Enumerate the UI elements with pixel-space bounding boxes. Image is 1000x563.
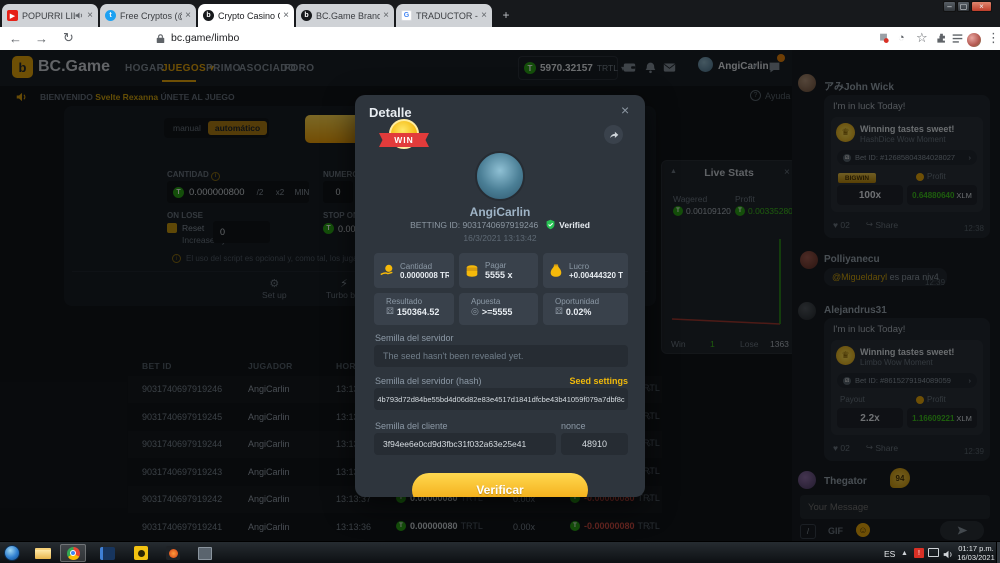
tray-volume-icon[interactable] [943,547,954,563]
reading-list-icon[interactable] [952,29,963,47]
new-tab-button[interactable]: + [498,7,514,23]
stat-card-apuesta: Apuesta ◎>=5555 [459,293,538,325]
betting-id: BETTING ID: 9031740697919246 [410,220,538,230]
bcgame-favicon-icon: b [203,10,214,21]
tab-close-icon[interactable]: × [283,10,289,21]
taskbar-payer-icon[interactable] [128,544,154,562]
bookmark-star-icon[interactable]: ☆ [916,29,928,47]
tab-google[interactable]: G TRADUCTOR - Buscar con Goog × [396,4,492,27]
server-seed-hash-field[interactable]: 4b793d72d84be55bd4d06d82e83e4517d1841dfc… [374,388,628,410]
player-name: AngiCarlin [355,205,645,219]
verified-shield-icon [545,219,556,230]
url-text[interactable]: bc.game/limbo [171,29,239,47]
google-favicon-icon: G [401,10,412,21]
bcgame-favicon-icon: b [301,10,312,21]
tray-alert-icon[interactable]: ! [914,548,924,558]
bet-datetime: 16/3/2021 13:13:42 [355,233,645,243]
back-icon[interactable]: ← [9,29,22,47]
browser-toolbar: ← → ↻ bc.game/limbo ◔ ☆ ⋮ [0,27,1000,50]
verify-button[interactable]: Verificar [412,473,588,497]
window-maximize-button[interactable]: ▢ [957,1,970,12]
taskbar-document-icon[interactable] [192,544,218,562]
share-forward-icon [608,129,619,140]
taskbar-mediaplayer-icon[interactable] [160,544,186,562]
betting-id-row: BETTING ID: 9031740697919246 Verified [355,219,645,230]
server-seed-field[interactable]: The seed hasn't been revealed yet. [374,345,628,367]
bet-detail-modal: Detalle × WIN AngiCarlin BETTING ID: 903… [355,95,645,497]
coins-stack-icon [464,263,480,279]
target-icon: ◎ [471,306,479,317]
server-seed-label: Semilla del servidor [375,333,454,343]
tray-time: 01:17 p.m. [957,544,995,553]
nonce-field[interactable]: 48910 [561,433,628,455]
start-button[interactable] [4,545,20,561]
stat-card-cantidad: Cantidad 0.0000008 TRTL [374,253,454,288]
tab-audio-icon[interactable] [75,11,84,20]
win-medal-badge: WIN [376,119,432,157]
tab-close-icon[interactable]: × [481,10,487,21]
bcgame-page: b BC.Game HOGAR JUEGOS ▾ PRIMO ASOCIADO … [0,50,1000,541]
show-desktop-button[interactable] [996,542,1000,563]
coin-hand-icon [379,263,395,279]
extension-flag-icon[interactable] [878,29,889,47]
dice-icon: ⚄ [555,306,563,317]
lock-icon[interactable] [156,29,165,47]
window-close-button[interactable]: × [971,1,992,12]
tray-network-icon[interactable] [928,548,939,557]
win-ribbon-text: WIN [379,133,429,147]
taskbar-moviemaker-icon[interactable] [94,544,120,562]
tab-title: POPURRI LILLY GOODMAN [22,11,75,21]
stat-card-oportunidad: Oportunidad ⚄0.02% [543,293,628,325]
money-bag-icon [548,263,564,279]
stat-card-pagar: Pagar 5555 x [459,253,538,288]
share-button[interactable] [604,125,623,144]
forward-icon[interactable]: → [35,29,48,47]
windows-taskbar: ES ▲ ! 01:17 p.m. 16/03/2021 [0,541,1000,563]
reload-icon[interactable]: ↻ [63,29,74,47]
tab-title: Free Cryptos (@cryptosfaucets) [120,11,182,21]
client-seed-field[interactable]: 3f94ee6e0cd9d3fbc31f032a63e25e41 [374,433,556,455]
stat-card-lucro: Lucro +0.00444320 TRTL [543,253,628,288]
verified-label: Verified [559,220,590,230]
dice-icon: ⚄ [386,306,394,317]
chrome-menu-icon[interactable]: ⋮ [987,29,1000,47]
tab-close-icon[interactable]: × [185,10,191,21]
tray-expand-icon[interactable]: ▲ [901,550,908,557]
server-seed-hash-label: Semilla del servidor (hash) [375,376,482,386]
twitter-favicon-icon: t [105,10,116,21]
seed-settings-link[interactable]: Seed settings [569,376,628,386]
stat-card-resultado: Resultado ⚄150364.52 [374,293,454,325]
close-icon[interactable]: × [621,102,629,118]
tab-title: Crypto Casino Games - The 16 B [218,11,280,21]
tab-title: TRADUCTOR - Buscar con Goog [416,11,478,21]
youtube-favicon-icon: ▶ [7,10,18,21]
window-minimize-button[interactable]: – [943,1,956,12]
modal-title: Detalle [369,105,412,120]
tab-bcgame-active[interactable]: b Crypto Casino Games - The 16 B × [198,4,294,27]
tab-close-icon[interactable]: × [383,10,389,21]
taskbar-explorer-icon[interactable] [30,544,56,562]
player-avatar[interactable] [475,151,525,201]
taskbar-chrome-icon[interactable] [60,544,86,562]
client-seed-label: Semilla del cliente [375,421,448,431]
tab-title: BC.Game Brand New Medal Ever [316,11,380,21]
tab-close-icon[interactable]: × [87,10,93,21]
browser-chrome: – ▢ × ▶ POPURRI LILLY GOODMAN × t Free C… [0,0,1000,50]
tab-bcgame-2[interactable]: b BC.Game Brand New Medal Ever × [296,4,394,27]
nonce-label: nonce [561,421,586,431]
screen: – ▢ × ▶ POPURRI LILLY GOODMAN × t Free C… [0,0,1000,563]
extensions-puzzle-icon[interactable] [936,29,947,47]
tray-date: 16/03/2021 [957,553,995,562]
profile-avatar[interactable] [967,31,981,49]
extension-circle-icon[interactable]: ◔ [898,29,905,47]
tray-language[interactable]: ES [884,549,895,559]
tab-twitter[interactable]: t Free Cryptos (@cryptosfaucets) × [100,4,196,27]
tab-youtube[interactable]: ▶ POPURRI LILLY GOODMAN × [2,4,98,27]
tray-clock[interactable]: 01:17 p.m. 16/03/2021 [957,544,995,562]
